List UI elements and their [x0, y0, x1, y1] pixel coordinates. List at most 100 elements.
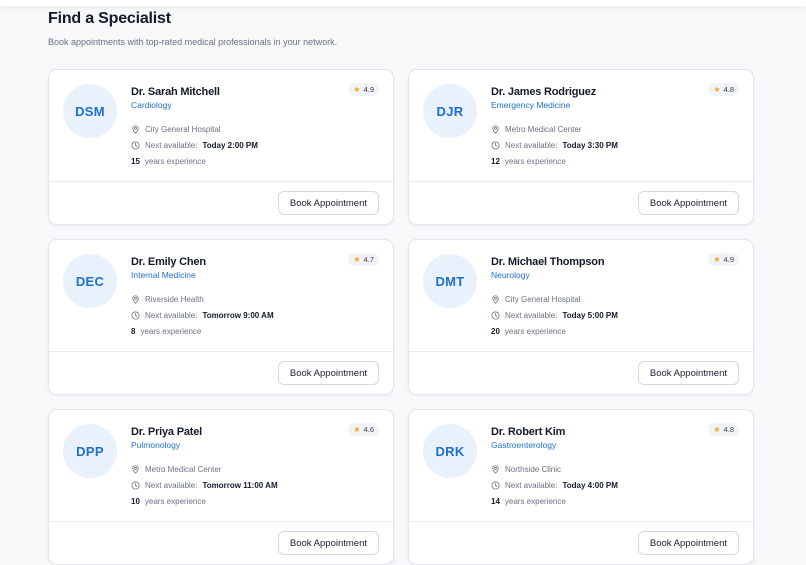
rating-badge: ★ 4.6 [348, 423, 379, 436]
location-row: City General Hospital [131, 125, 221, 134]
rating-value: 4.8 [723, 425, 734, 434]
experience-row: 14 years experience [491, 497, 566, 506]
page-subtitle: Book appointments with top-rated medical… [48, 37, 338, 47]
next-available-label: Next available: [505, 481, 558, 490]
next-available-time: Today 5:00 PM [562, 311, 618, 320]
experience-label: years experience [140, 327, 202, 336]
book-appointment-button[interactable]: Book Appointment [637, 531, 739, 555]
experience-years: 12 [491, 157, 500, 166]
experience-years: 8 [131, 327, 136, 336]
doctor-name: Dr. Sarah Mitchell [131, 86, 220, 98]
location-text: City General Hospital [505, 295, 581, 304]
next-available-time: Today 2:00 PM [202, 141, 258, 150]
rating-value: 4.6 [363, 425, 374, 434]
next-available-label: Next available: [145, 141, 198, 150]
availability-row: Next available: Tomorrow 9:00 AM [131, 311, 274, 320]
card-divider [49, 521, 393, 522]
location-row: Metro Medical Center [131, 465, 221, 474]
doctor-name: Dr. Michael Thompson [491, 256, 605, 268]
card-divider [49, 351, 393, 352]
star-icon: ★ [713, 84, 721, 94]
experience-row: 15 years experience [131, 157, 206, 166]
location-row: Riverside Health [131, 295, 204, 304]
experience-years: 10 [131, 497, 140, 506]
doctor-card: DSM Dr. Sarah Mitchell Cardiology ★ 4.9 … [48, 69, 394, 225]
card-divider [409, 351, 753, 352]
book-appointment-button[interactable]: Book Appointment [277, 361, 379, 385]
book-appointment-button[interactable]: Book Appointment [277, 191, 379, 215]
next-available-time: Tomorrow 11:00 AM [202, 481, 278, 490]
top-bar [0, 0, 806, 6]
clock-icon [491, 481, 500, 490]
rating-value: 4.7 [363, 255, 374, 264]
doctor-specialty: Gastroenterology [491, 440, 557, 450]
doctor-specialty: Internal Medicine [131, 270, 196, 280]
card-divider [409, 521, 753, 522]
map-pin-icon [131, 465, 140, 474]
clock-icon [131, 311, 140, 320]
location-text: Metro Medical Center [505, 125, 582, 134]
avatar: DRK [423, 424, 477, 478]
rating-badge: ★ 4.9 [348, 83, 379, 96]
location-text: Metro Medical Center [145, 465, 222, 474]
star-icon: ★ [713, 254, 721, 264]
rating-badge: ★ 4.7 [348, 253, 379, 266]
experience-label: years experience [144, 497, 206, 506]
location-text: Northside Clinic [505, 465, 562, 474]
doctor-specialty: Cardiology [131, 100, 172, 110]
rating-badge: ★ 4.9 [708, 253, 739, 266]
clock-icon [131, 141, 140, 150]
next-available-label: Next available: [505, 311, 558, 320]
location-text: Riverside Health [145, 295, 204, 304]
book-appointment-button[interactable]: Book Appointment [637, 361, 739, 385]
map-pin-icon [131, 295, 140, 304]
clock-icon [491, 141, 500, 150]
book-appointment-button[interactable]: Book Appointment [637, 191, 739, 215]
rating-badge: ★ 4.8 [708, 423, 739, 436]
avatar: DMT [423, 254, 477, 308]
next-available-time: Today 3:30 PM [562, 141, 618, 150]
availability-row: Next available: Today 4:00 PM [491, 481, 618, 490]
next-available-label: Next available: [145, 481, 198, 490]
doctor-specialty: Pulmonology [131, 440, 181, 450]
next-available-time: Today 4:00 PM [562, 481, 618, 490]
location-row: City General Hospital [491, 295, 581, 304]
avatar: DEC [63, 254, 117, 308]
experience-label: years experience [504, 157, 566, 166]
doctor-card: DJR Dr. James Rodriguez Emergency Medici… [408, 69, 754, 225]
location-row: Metro Medical Center [491, 125, 581, 134]
doctor-name: Dr. Robert Kim [491, 426, 566, 438]
rating-value: 4.8 [723, 85, 734, 94]
map-pin-icon [131, 125, 140, 134]
experience-row: 20 years experience [491, 327, 566, 336]
availability-row: Next available: Today 5:00 PM [491, 311, 618, 320]
book-appointment-button[interactable]: Book Appointment [277, 531, 379, 555]
star-icon: ★ [713, 424, 721, 434]
doctor-name: Dr. James Rodriguez [491, 86, 597, 98]
availability-row: Next available: Tomorrow 11:00 AM [131, 481, 278, 490]
doctor-grid: DSM Dr. Sarah Mitchell Cardiology ★ 4.9 … [48, 69, 754, 565]
location-text: City General Hospital [145, 125, 221, 134]
experience-label: years experience [504, 497, 566, 506]
star-icon: ★ [353, 254, 361, 264]
clock-icon [491, 311, 500, 320]
doctor-card: DPP Dr. Priya Patel Pulmonology ★ 4.6 Me… [48, 409, 394, 565]
experience-years: 20 [491, 327, 500, 336]
location-row: Northside Clinic [491, 465, 561, 474]
avatar: DJR [423, 84, 477, 138]
map-pin-icon [491, 295, 500, 304]
doctor-specialty: Emergency Medicine [491, 100, 571, 110]
next-available-time: Tomorrow 9:00 AM [202, 311, 274, 320]
star-icon: ★ [353, 84, 361, 94]
map-pin-icon [491, 125, 500, 134]
doctor-specialty: Neurology [491, 270, 530, 280]
availability-row: Next available: Today 2:00 PM [131, 141, 258, 150]
clock-icon [131, 481, 140, 490]
next-available-label: Next available: [505, 141, 558, 150]
doctor-card: DMT Dr. Michael Thompson Neurology ★ 4.9… [408, 239, 754, 395]
map-pin-icon [491, 465, 500, 474]
experience-years: 15 [131, 157, 140, 166]
experience-years: 14 [491, 497, 500, 506]
rating-badge: ★ 4.8 [708, 83, 739, 96]
experience-label: years experience [144, 157, 206, 166]
